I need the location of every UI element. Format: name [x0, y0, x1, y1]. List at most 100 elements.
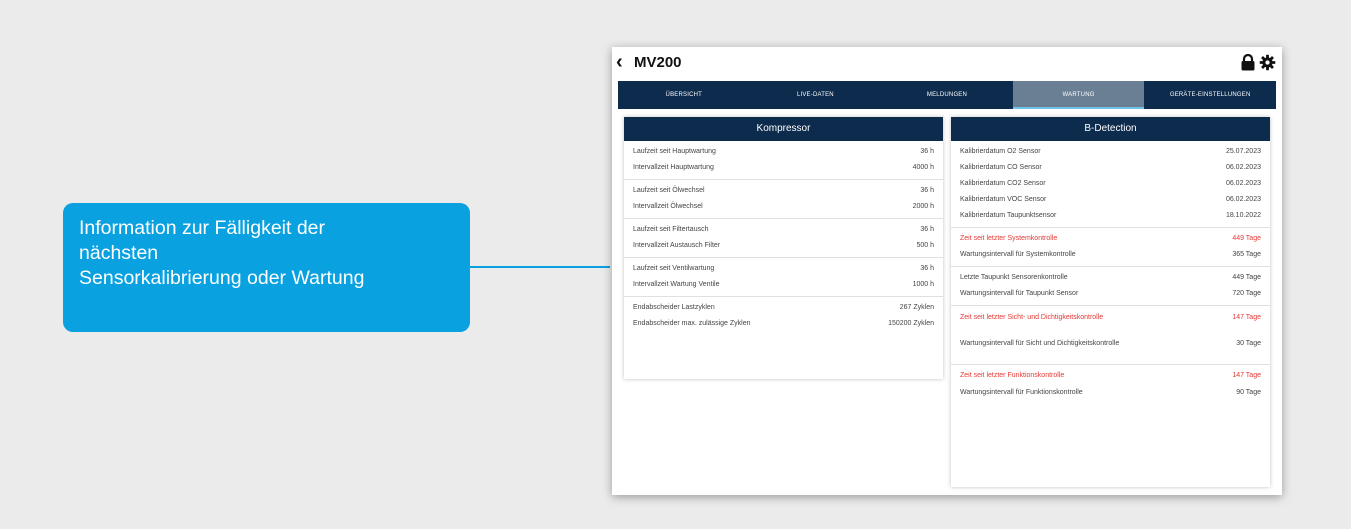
info-group: Laufzeit seit Filtertausch 36 h Intervall… — [624, 219, 943, 258]
b-detection-panel: B-Detection Kalibrierdatum O2 Sensor 25.0… — [951, 117, 1270, 487]
row-label: Wartungsintervall für Sicht und Dichtigk… — [960, 340, 1120, 347]
info-row: Laufzeit seit Hauptwartung 36 h — [624, 144, 943, 160]
info-row: Kalibrierdatum O2 Sensor 25.07.2023 — [951, 144, 1270, 160]
row-value: 449 Tage — [1232, 235, 1261, 242]
info-group: Zeit seit letzter Systemkontrolle 449 Tag… — [951, 228, 1270, 267]
tab-meldungen[interactable]: MELDUNGEN — [881, 81, 1013, 109]
row-label: Zeit seit letzter Sicht- und Dichtigkeit… — [960, 314, 1104, 321]
info-row: Kalibrierdatum Taupunktsensor 18.10.2022 — [951, 208, 1270, 224]
info-row: Laufzeit seit Ventilwartung 36 h — [624, 261, 943, 277]
row-label: Endabscheider Lastzyklen — [633, 304, 715, 311]
row-value: 06.02.2023 — [1225, 180, 1261, 187]
app-screenshot: ‹ MV200 ÜBERSICHT LIVE-DATEN MELDUNGEN W… — [612, 47, 1282, 495]
row-value: 36 h — [920, 148, 934, 155]
row-value: 25.07.2023 — [1225, 148, 1261, 155]
info-row: Intervallzeit Wartung Ventile 1000 h — [624, 277, 943, 293]
info-row: Kalibrierdatum VOC Sensor 06.02.2023 — [951, 192, 1270, 208]
row-value: 30 Tage — [1236, 340, 1261, 347]
info-row: Intervallzeit Austausch Filter 500 h — [624, 238, 943, 254]
row-label: Laufzeit seit Ölwechsel — [633, 187, 705, 194]
row-value: 449 Tage — [1232, 274, 1261, 281]
info-row: Laufzeit seit Filtertausch 36 h — [624, 222, 943, 238]
alert-row: Zeit seit letzter Funktionskontrolle 147 … — [951, 368, 1270, 384]
gear-icon[interactable] — [1259, 54, 1276, 76]
row-label: Endabscheider max. zulässige Zyklen — [633, 320, 751, 327]
row-label: Laufzeit seit Filtertausch — [633, 226, 709, 233]
info-row: Kalibrierdatum CO Sensor 06.02.2023 — [951, 160, 1270, 176]
row-label: Letzte Taupunkt Sensorenkontrolle — [960, 274, 1068, 281]
info-row: Intervallzeit Ölwechsel 2000 h — [624, 199, 943, 215]
row-value: 18.10.2022 — [1225, 212, 1261, 219]
info-row: Endabscheider max. zulässige Zyklen 15020… — [624, 316, 943, 332]
header-icons — [1240, 53, 1276, 76]
info-group: Kalibrierdatum O2 Sensor 25.07.2023 Kalib… — [951, 141, 1270, 228]
row-value: 90 Tage — [1236, 389, 1261, 396]
row-value: 147 Tage — [1232, 372, 1261, 379]
info-group: Laufzeit seit Ventilwartung 36 h Interval… — [624, 258, 943, 297]
tab-geraete-einstellungen[interactable]: GERÄTE-EINSTELLUNGEN — [1144, 81, 1276, 109]
row-value: 36 h — [920, 265, 934, 272]
info-group: Zeit seit letzter Sicht- und Dichtigkeit… — [951, 306, 1270, 365]
row-value: 150200 Zyklen — [888, 320, 934, 327]
info-row: Intervallzeit Hauptwartung 4000 h — [624, 160, 943, 176]
device-title: MV200 — [634, 54, 682, 71]
panel-title: Kompressor — [624, 117, 943, 141]
info-callout: Information zur Fälligkeit der nächsten … — [63, 203, 470, 332]
row-label: Laufzeit seit Hauptwartung — [633, 148, 716, 155]
row-label: Kalibrierdatum CO Sensor — [960, 164, 1042, 171]
info-group: Zeit seit letzter Funktionskontrolle 147 … — [951, 365, 1270, 413]
row-value: 500 h — [916, 242, 934, 249]
row-label: Intervallzeit Hauptwartung — [633, 164, 714, 171]
row-value: 36 h — [920, 187, 934, 194]
row-label: Zeit seit letzter Funktionskontrolle — [960, 372, 1065, 379]
row-value: 1000 h — [912, 281, 934, 288]
info-row: Wartungsintervall für Taupunkt Sensor 720… — [951, 286, 1270, 302]
chevron-left-icon[interactable]: ‹ — [616, 52, 623, 72]
row-value: 2000 h — [912, 203, 934, 210]
row-value: 147 Tage — [1232, 314, 1261, 321]
callout-line: nächsten — [79, 242, 159, 264]
row-label: Kalibrierdatum O2 Sensor — [960, 148, 1041, 155]
alert-row: Zeit seit letzter Sicht- und Dichtigkeit… — [951, 309, 1270, 335]
tab-live-daten[interactable]: LIVE-DATEN — [750, 81, 882, 109]
main-tabs: ÜBERSICHT LIVE-DATEN MELDUNGEN WARTUNG G… — [618, 81, 1276, 109]
row-label: Kalibrierdatum CO2 Sensor — [960, 180, 1046, 187]
app-header: ‹ MV200 — [612, 47, 1282, 81]
info-row: Letzte Taupunkt Sensorenkontrolle 449 Tag… — [951, 270, 1270, 286]
row-label: Wartungsintervall für Funktionskontrolle — [960, 389, 1083, 396]
row-value: 4000 h — [912, 164, 934, 171]
callout-line: Sensorkalibrierung oder Wartung — [79, 267, 365, 289]
info-row: Wartungsintervall für Sicht und Dichtigk… — [951, 335, 1270, 361]
callout-connector-line — [470, 266, 610, 268]
row-label: Intervallzeit Ölwechsel — [633, 203, 703, 210]
row-label: Kalibrierdatum Taupunktsensor — [960, 212, 1057, 219]
lock-icon[interactable] — [1240, 53, 1256, 76]
page-background: Information zur Fälligkeit der nächsten … — [0, 0, 1351, 529]
row-label: Zeit seit letzter Systemkontrolle — [960, 235, 1058, 242]
tab-uebersicht[interactable]: ÜBERSICHT — [618, 81, 750, 109]
info-row: Wartungsintervall für Funktionskontrolle… — [951, 384, 1270, 410]
panel-title: B-Detection — [951, 117, 1270, 141]
info-row: Wartungsintervall für Systemkontrolle 365… — [951, 247, 1270, 263]
row-value: 267 Zyklen — [899, 304, 934, 311]
info-row: Laufzeit seit Ölwechsel 36 h — [624, 183, 943, 199]
row-value: 06.02.2023 — [1225, 164, 1261, 171]
info-row: Endabscheider Lastzyklen 267 Zyklen — [624, 300, 943, 316]
info-group: Laufzeit seit Hauptwartung 36 h Intervall… — [624, 141, 943, 180]
row-label: Intervallzeit Wartung Ventile — [633, 281, 720, 288]
row-label: Kalibrierdatum VOC Sensor — [960, 196, 1047, 203]
kompressor-panel: Kompressor Laufzeit seit Hauptwartung 36 … — [624, 117, 943, 379]
tab-wartung[interactable]: WARTUNG — [1012, 81, 1145, 109]
row-value: 06.02.2023 — [1225, 196, 1261, 203]
alert-row: Zeit seit letzter Systemkontrolle 449 Tag… — [951, 231, 1270, 247]
info-group: Laufzeit seit Ölwechsel 36 h Intervallzei… — [624, 180, 943, 219]
info-row: Kalibrierdatum CO2 Sensor 06.02.2023 — [951, 176, 1270, 192]
row-value: 365 Tage — [1232, 251, 1261, 258]
callout-line: Information zur Fälligkeit der — [79, 217, 326, 239]
row-label: Wartungsintervall für Taupunkt Sensor — [960, 290, 1079, 297]
info-group: Letzte Taupunkt Sensorenkontrolle 449 Tag… — [951, 267, 1270, 306]
row-value: 720 Tage — [1232, 290, 1261, 297]
row-label: Laufzeit seit Ventilwartung — [633, 265, 715, 272]
info-group: Endabscheider Lastzyklen 267 Zyklen Endab… — [624, 297, 943, 335]
row-label: Wartungsintervall für Systemkontrolle — [960, 251, 1076, 258]
